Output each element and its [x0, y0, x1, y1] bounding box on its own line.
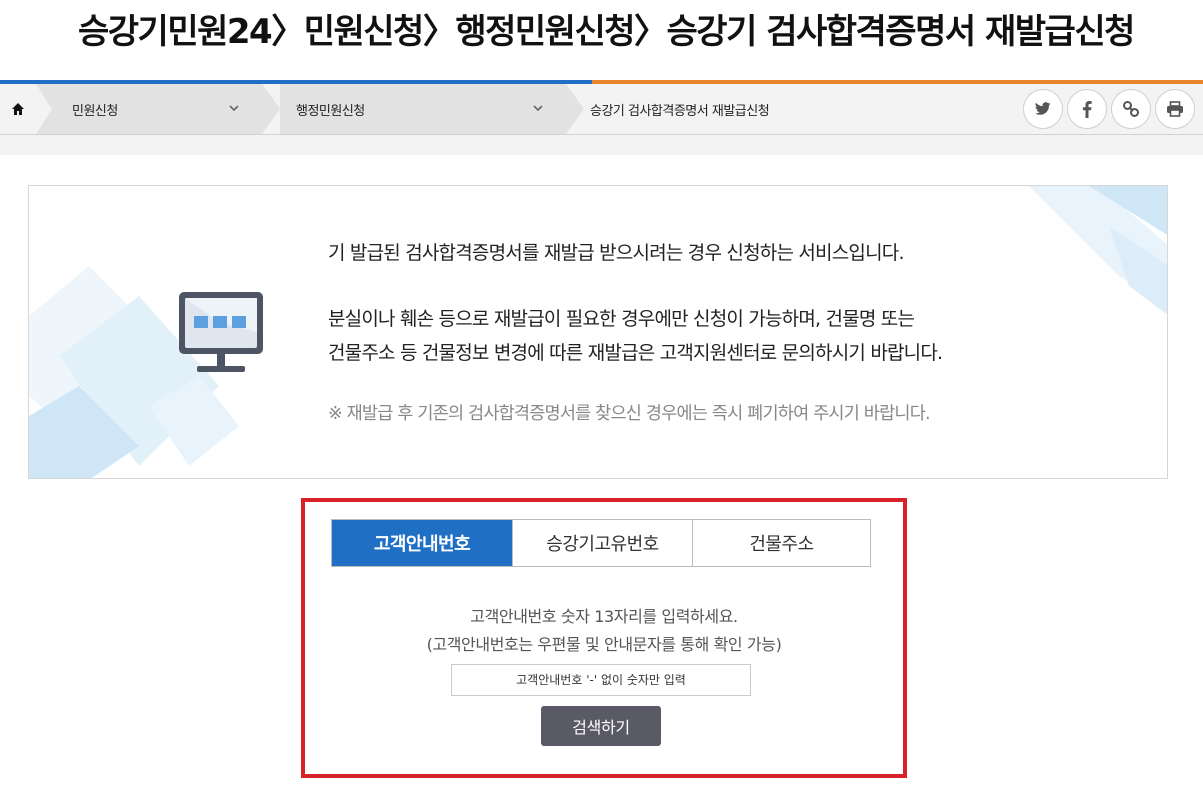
- facebook-share-button[interactable]: [1067, 89, 1107, 129]
- page-title: 승강기민원24〉민원신청〉행정민원신청〉승강기 검사합격증명서 재발급신청: [78, 12, 1135, 52]
- breadcrumb-item-civil-request[interactable]: 민원신청: [36, 84, 262, 134]
- monitor-icon: [179, 292, 263, 376]
- info-line-1: 기 발급된 검사합격증명서를 재발급 받으시려는 경우 신청하는 서비스입니다.: [328, 242, 904, 264]
- chevron-down-icon: [533, 105, 543, 112]
- home-icon: [12, 103, 24, 115]
- search-panel: 고객안내번호 승강기고유번호 건물주소 고객안내번호 숫자 13자리를 입력하세…: [301, 498, 907, 778]
- twitter-icon: [1035, 102, 1051, 115]
- breadcrumb-label: 행정민원신청: [296, 103, 365, 119]
- print-button[interactable]: [1155, 89, 1195, 129]
- link-icon: [1123, 101, 1139, 117]
- service-info-box: 기 발급된 검사합격증명서를 재발급 받으시려는 경우 신청하는 서비스입니다.…: [28, 185, 1168, 479]
- search-button[interactable]: 검색하기: [541, 706, 661, 746]
- content-top-spacer: [0, 135, 1203, 155]
- breadcrumb-label: 승강기 검사합격증명서 재발급신청: [590, 103, 770, 119]
- copy-link-button[interactable]: [1111, 89, 1151, 129]
- info-line-2: 분실이나 훼손 등으로 재발급이 필요한 경우에만 신청이 가능하며, 건물명 …: [328, 308, 915, 330]
- tab-elevator-id[interactable]: 승강기고유번호: [512, 520, 692, 566]
- twitter-share-button[interactable]: [1023, 89, 1063, 129]
- search-hint-2: (고객안내번호는 우편물 및 안내문자를 통해 확인 가능): [426, 635, 782, 654]
- search-hint-1: 고객안내번호 숫자 13자리를 입력하세요.: [470, 607, 738, 626]
- search-type-tabs: 고객안내번호 승강기고유번호 건물주소: [331, 519, 871, 567]
- home-button[interactable]: [0, 84, 36, 134]
- breadcrumb-item-admin-request[interactable]: 행정민원신청: [280, 84, 566, 134]
- facebook-icon: [1082, 100, 1092, 118]
- info-note: ※ 재발급 후 기존의 검사합격증명서를 찾으신 경우에는 즉시 폐기하여 주시…: [328, 404, 931, 424]
- chevron-down-icon: [229, 105, 239, 112]
- tab-building-address[interactable]: 건물주소: [692, 520, 870, 566]
- info-line-3: 건물주소 등 건물정보 변경에 따른 재발급은 고객지원센터로 문의하시기 바랍…: [328, 342, 943, 364]
- breadcrumb: 민원신청 행정민원신청 승강기 검사합격증명서 재발급신청: [0, 84, 1203, 135]
- print-icon: [1167, 101, 1183, 117]
- breadcrumb-item-current: 승강기 검사합격증명서 재발급신청: [590, 84, 1010, 134]
- customer-number-input[interactable]: [451, 664, 751, 696]
- page-header: 승강기민원24〉민원신청〉행정민원신청〉승강기 검사합격증명서 재발급신청: [0, 0, 1203, 80]
- breadcrumb-separator: [566, 84, 584, 134]
- tab-customer-number[interactable]: 고객안내번호: [332, 520, 512, 566]
